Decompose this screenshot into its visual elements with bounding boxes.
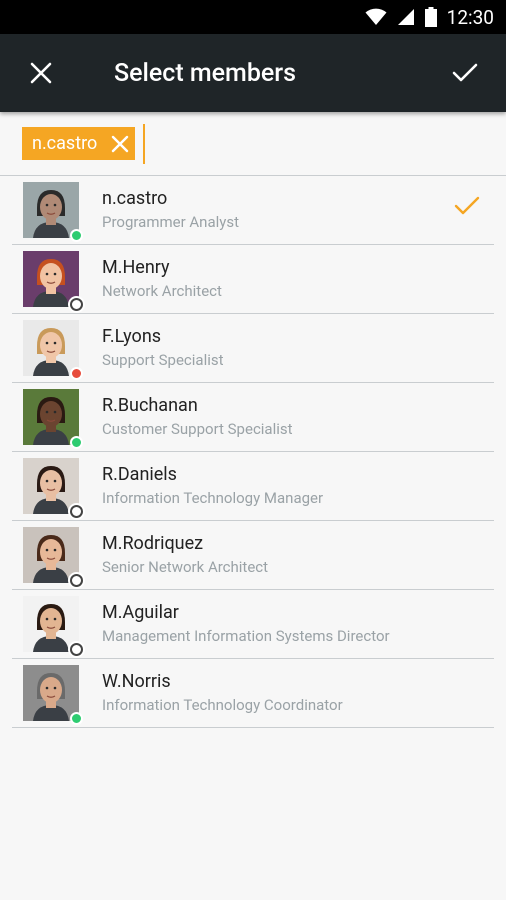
member-row[interactable]: M.Rodriquez Senior Network Architect — [12, 521, 494, 590]
member-role: Network Architect — [102, 281, 222, 300]
confirm-button[interactable] — [438, 46, 492, 100]
avatar-image — [23, 458, 79, 514]
member-name: R.Daniels — [102, 463, 177, 485]
member-role: Customer Support Specialist — [102, 419, 293, 438]
text-cursor — [143, 123, 146, 164]
avatar-image — [23, 596, 79, 652]
avatar — [23, 665, 83, 725]
presence-indicator — [70, 367, 83, 380]
member-role: Support Specialist — [102, 350, 224, 369]
member-role: Senior Network Architect — [102, 557, 269, 576]
member-chip: n.castro — [22, 127, 136, 160]
close-icon — [112, 135, 129, 152]
avatar-image — [23, 527, 79, 583]
member-role: Programmer Analyst — [102, 212, 240, 231]
selected-members-field[interactable]: n.castro — [0, 112, 506, 176]
member-role: Management Information Systems Director — [102, 626, 390, 645]
presence-indicator — [70, 643, 83, 656]
member-role: Information Technology Coordinator — [102, 695, 343, 714]
member-text: R.Buchanan Customer Support Specialist — [102, 395, 494, 440]
chip-label: n.castro — [32, 133, 98, 154]
member-name: n.castro — [102, 187, 168, 209]
member-text: W.Norris Information Technology Coordina… — [102, 671, 494, 716]
app-bar: Select members — [0, 34, 506, 112]
close-button[interactable] — [14, 46, 68, 100]
member-text: F.Lyons Support Specialist — [102, 326, 494, 371]
avatar-image — [23, 182, 79, 238]
member-text: M.Henry Network Architect — [102, 257, 494, 302]
avatar — [23, 596, 83, 656]
avatar-image — [23, 251, 79, 307]
status-time: 12:30 — [446, 5, 494, 29]
battery-icon — [424, 7, 437, 27]
member-row[interactable]: n.castro Programmer Analyst — [12, 176, 494, 245]
avatar — [23, 458, 83, 518]
member-row[interactable]: W.Norris Information Technology Coordina… — [12, 659, 494, 728]
member-row[interactable]: M.Henry Network Architect — [12, 245, 494, 314]
avatar — [23, 527, 83, 587]
member-row[interactable]: R.Daniels Information Technology Manager — [12, 452, 494, 521]
member-row[interactable]: M.Aguilar Management Information Systems… — [12, 590, 494, 659]
member-text: M.Rodriquez Senior Network Architect — [102, 533, 494, 578]
check-icon — [452, 63, 478, 82]
presence-indicator — [70, 574, 83, 587]
wifi-icon — [365, 8, 387, 25]
member-list: n.castro Programmer Analyst M.Henry Netw… — [0, 176, 506, 728]
member-name: W.Norris — [102, 670, 171, 692]
avatar — [23, 251, 83, 311]
avatar — [23, 320, 83, 380]
member-row[interactable]: R.Buchanan Customer Support Specialist — [12, 383, 494, 452]
member-row[interactable]: F.Lyons Support Specialist — [12, 314, 494, 383]
avatar-image — [23, 389, 79, 445]
member-name: F.Lyons — [102, 325, 162, 347]
avatar — [23, 182, 83, 242]
presence-indicator — [70, 298, 83, 311]
chip-remove-button[interactable] — [111, 135, 129, 153]
member-name: M.Rodriquez — [102, 532, 204, 554]
cell-signal-icon — [397, 9, 414, 25]
presence-indicator — [70, 505, 83, 518]
member-name: M.Aguilar — [102, 601, 179, 623]
status-bar: 12:30 — [0, 0, 506, 34]
avatar-image — [23, 665, 79, 721]
member-role: Information Technology Manager — [102, 488, 324, 507]
member-text: R.Daniels Information Technology Manager — [102, 464, 494, 509]
member-text: n.castro Programmer Analyst — [102, 188, 494, 233]
selected-check-icon — [454, 196, 480, 215]
close-icon — [30, 62, 52, 84]
member-name: M.Henry — [102, 256, 170, 278]
member-text: M.Aguilar Management Information Systems… — [102, 602, 494, 647]
presence-indicator — [70, 229, 83, 242]
member-name: R.Buchanan — [102, 394, 198, 416]
presence-indicator — [70, 436, 83, 449]
avatar-image — [23, 320, 79, 376]
page-title: Select members — [114, 58, 296, 88]
avatar — [23, 389, 83, 449]
presence-indicator — [70, 712, 83, 725]
